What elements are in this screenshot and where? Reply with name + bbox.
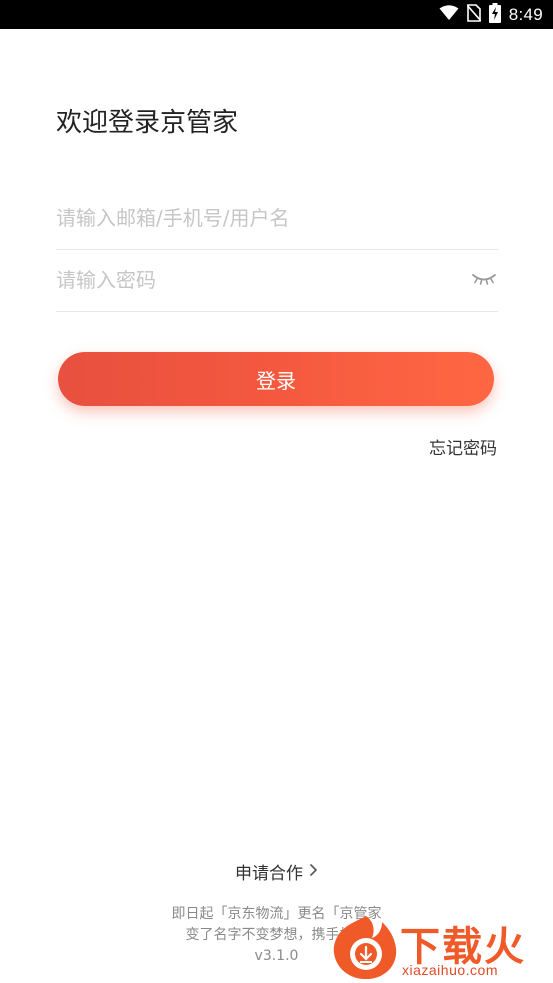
no-sim-icon (466, 3, 482, 26)
chevron-right-icon (309, 862, 318, 882)
apply-partner-label: 申请合作 (235, 864, 303, 884)
page-title: 欢迎登录京管家 (56, 108, 239, 138)
password-field[interactable] (56, 249, 498, 312)
battery-charging-icon (488, 2, 501, 27)
status-bar: 8:49 (0, 0, 553, 29)
password-input[interactable] (56, 268, 498, 292)
watermark: 下载火 xiazaihuo.com (326, 912, 553, 983)
username-input[interactable] (56, 206, 498, 230)
login-button[interactable]: 登录 (58, 352, 494, 406)
watermark-url: xiazaihuo.com (402, 962, 498, 978)
wifi-icon (439, 4, 459, 25)
eye-closed-icon[interactable] (470, 267, 498, 291)
status-time: 8:49 (508, 4, 543, 24)
apply-partner-link[interactable]: 申请合作 (235, 859, 318, 884)
username-field[interactable] (56, 187, 498, 250)
partner-row: 申请合作 (0, 859, 553, 884)
status-icons: 8:49 (439, 0, 543, 29)
forgot-password-link[interactable]: 忘记密码 (429, 434, 497, 459)
